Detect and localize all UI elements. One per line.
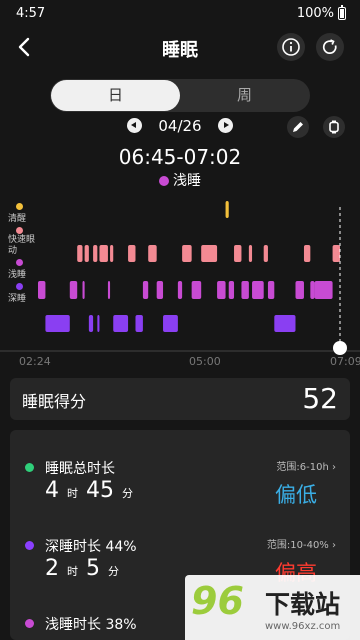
sleep-stage-chart[interactable] (0, 195, 360, 370)
light-sleep-dot (25, 619, 34, 628)
next-date-button[interactable] (218, 118, 233, 133)
stage-segment (107, 281, 111, 299)
stage-segment (113, 315, 129, 332)
stage-segment (303, 245, 311, 262)
stage-segment (225, 201, 229, 218)
pencil-icon (293, 122, 303, 132)
stage-segment (182, 245, 192, 262)
score-label: 睡眠得分 (22, 392, 87, 411)
total-duration-dot (25, 463, 34, 472)
x-tick-mid: 05:00 (189, 355, 221, 368)
stage-segment (84, 245, 89, 262)
stage-segment (148, 245, 157, 262)
stage-segment (45, 315, 70, 332)
stage-segment (99, 245, 108, 262)
stage-segment (274, 315, 296, 332)
header: 睡眠 (0, 30, 360, 66)
total-duration-status: 偏低 (275, 483, 317, 507)
stage-segment (82, 281, 85, 299)
stage-segment (163, 315, 178, 332)
stage-segment (191, 281, 202, 299)
stage-segment (135, 315, 143, 332)
deep-sleep-dot (25, 541, 34, 550)
status-time: 4:57 (16, 6, 46, 21)
stage-segment (88, 315, 94, 332)
stage-segment (248, 245, 253, 262)
total-duration-range: 范围:6-10h › (276, 462, 336, 473)
selected-time-range: 06:45-07:02 (118, 145, 242, 169)
sleep-score-card[interactable]: 睡眠得分 52 (10, 378, 350, 420)
light-sleep-label: 浅睡时长 38% (45, 617, 137, 633)
light-sleep-dot (159, 176, 169, 186)
watermark-logo: 96 下载站 www.96xz.com (185, 575, 360, 640)
watermark-url: www.96xz.com (265, 621, 341, 632)
battery-percent: 100% (296, 6, 334, 21)
stage-segment (295, 281, 304, 299)
stage-segment (110, 245, 114, 262)
total-duration-label: 睡眠总时长 (45, 461, 115, 477)
selected-stage-label: 浅睡 (173, 173, 201, 189)
tab-week[interactable]: 周 (180, 80, 309, 111)
watermark-number: 96 (191, 579, 244, 623)
stage-segment (241, 281, 249, 299)
deep-sleep-value: 2时5分 (45, 556, 119, 581)
stage-segment (228, 281, 235, 299)
stage-segment (263, 245, 268, 262)
cursor-handle[interactable] (333, 341, 347, 355)
watermark-text: 下载站 (265, 590, 341, 619)
total-duration-value: 4 时 45 分 (45, 478, 133, 503)
stage-segment (177, 281, 183, 299)
refresh-button[interactable] (316, 33, 344, 61)
stage-segment (234, 245, 242, 262)
deep-sleep-range: 范围:10-40% › (266, 540, 336, 551)
selected-stage: 浅睡 (0, 170, 360, 190)
stage-segment (93, 245, 98, 262)
deep-sleep-label: 深睡时长 44% (45, 539, 137, 555)
x-tick-start: 02:24 (19, 355, 51, 368)
info-icon (282, 38, 300, 56)
stage-segment (97, 315, 100, 332)
refresh-icon (322, 39, 337, 54)
info-button[interactable] (277, 33, 305, 61)
battery-icon (338, 5, 346, 20)
stage-segment (77, 245, 83, 262)
page-title: 睡眠 (162, 40, 198, 61)
watch-button[interactable] (323, 116, 345, 138)
stage-segment (252, 281, 264, 299)
stage-segment (69, 281, 78, 299)
stage-segment (128, 245, 136, 262)
status-bar: 4:57 100% (0, 0, 360, 28)
edit-button[interactable] (287, 116, 309, 138)
score-value: 52 (302, 382, 338, 415)
stage-segment (156, 281, 164, 299)
stage-segment (142, 281, 149, 299)
stage-segment (267, 281, 275, 299)
period-toggle: 日 周 (50, 79, 310, 112)
stage-segment (217, 281, 226, 299)
stage-segment (201, 245, 218, 262)
tab-day[interactable]: 日 (51, 80, 180, 111)
stage-segment (310, 281, 315, 299)
stage-segment (314, 281, 333, 299)
x-tick-end: 07:09 (330, 355, 360, 368)
stage-segment (332, 245, 340, 262)
stage-segment (38, 281, 46, 299)
watch-icon (329, 120, 339, 134)
